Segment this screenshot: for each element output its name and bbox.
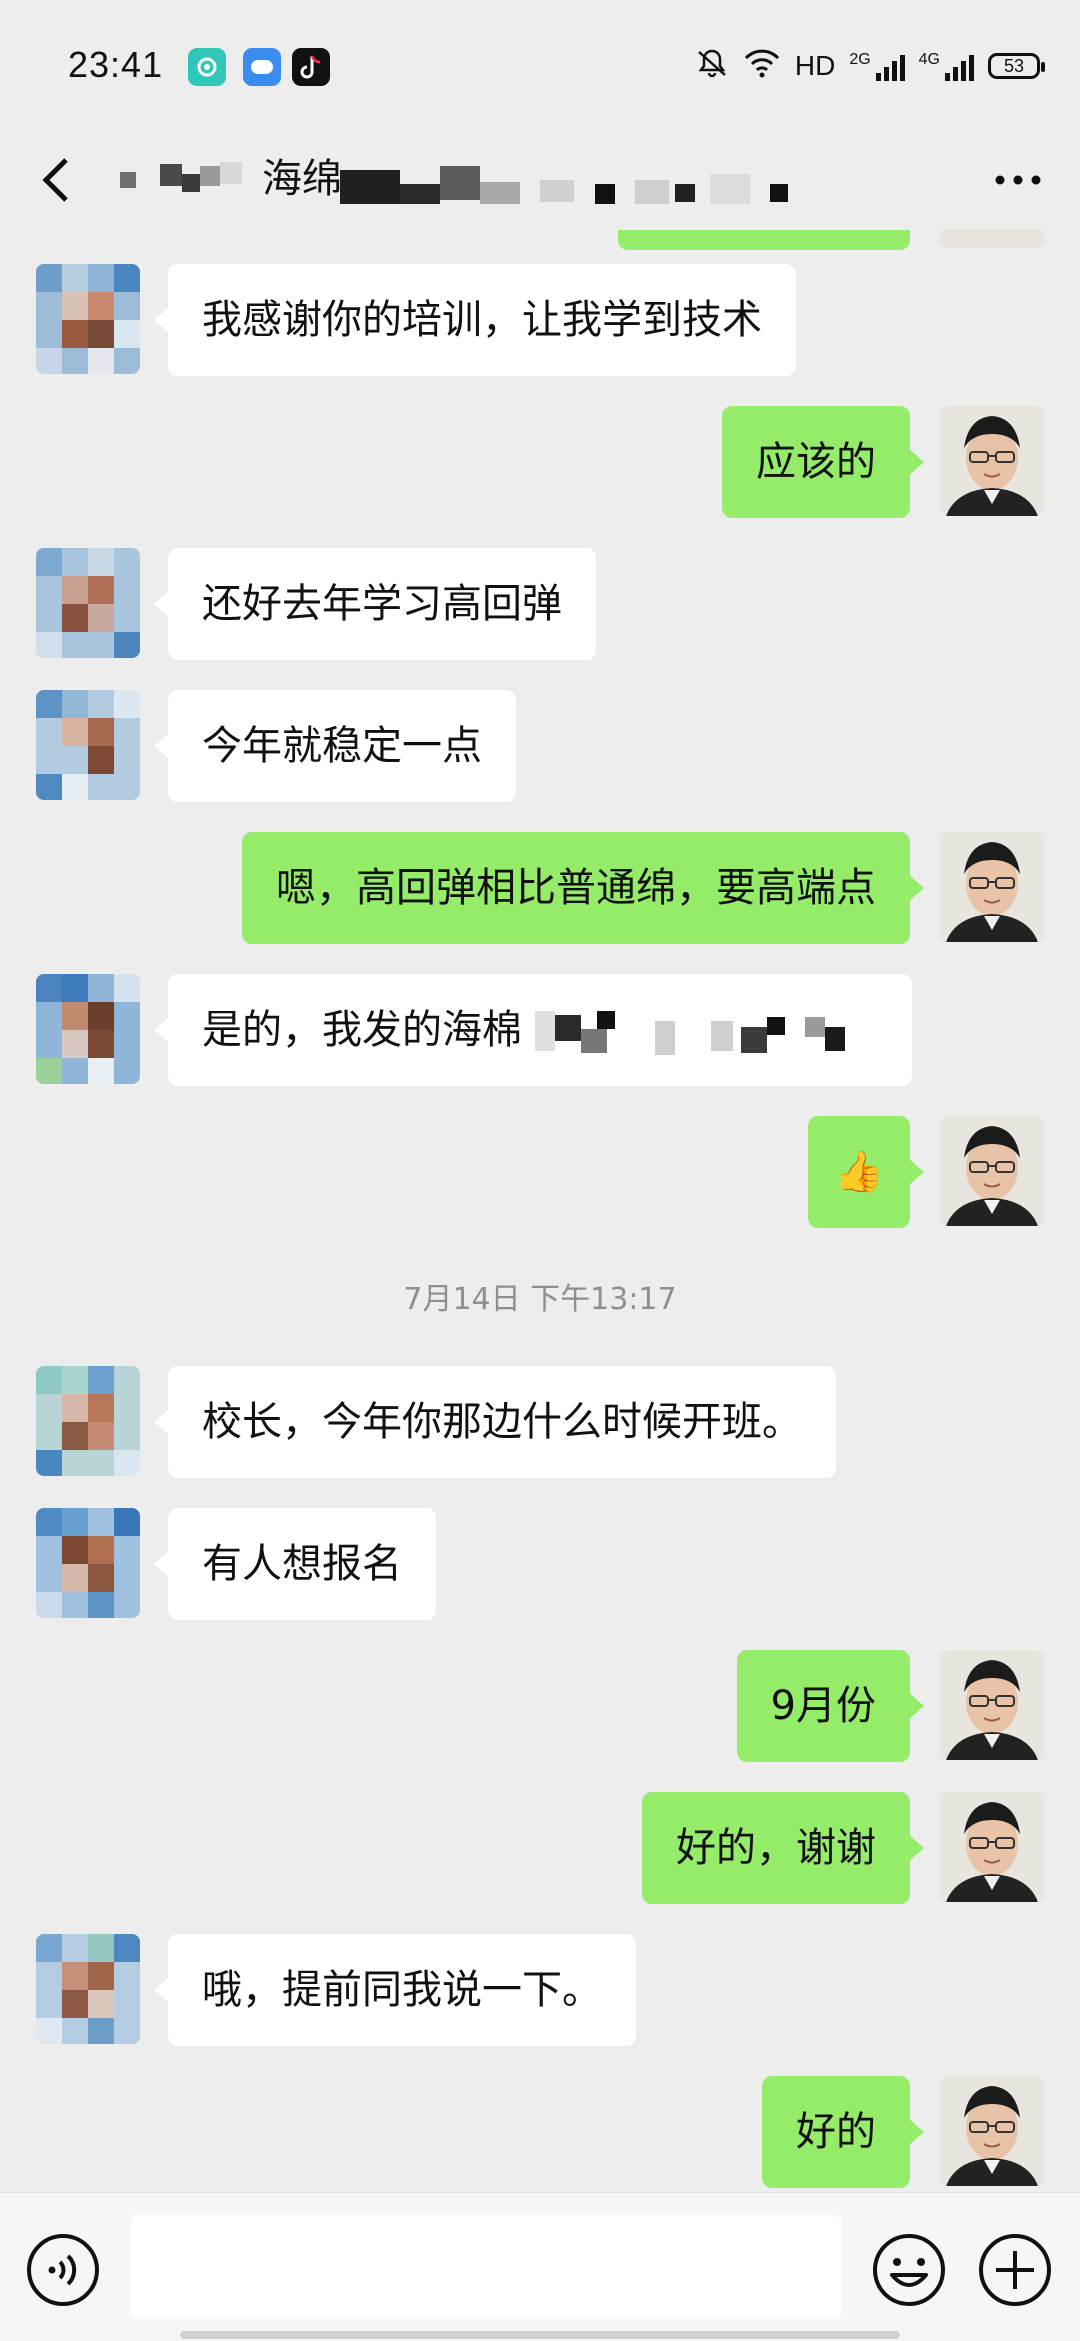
my-avatar[interactable] bbox=[940, 2076, 1044, 2186]
message-input[interactable] bbox=[130, 2215, 842, 2319]
chat-header: 海绵 bbox=[0, 130, 1080, 230]
message-bubble[interactable]: 校长，今年你那边什么时候开班。 bbox=[154, 1366, 836, 1478]
message-bubble[interactable]: 我感谢你的培训，让我学到技术 bbox=[154, 264, 796, 376]
signal-icon-sim1: 2G bbox=[849, 51, 905, 81]
my-avatar[interactable] bbox=[940, 1650, 1044, 1760]
redacted-mosaic bbox=[534, 1011, 845, 1055]
message-bubble[interactable]: 好的，谢谢 bbox=[642, 1792, 924, 1904]
emoji-icon[interactable] bbox=[870, 2231, 948, 2309]
home-indicator bbox=[180, 2331, 900, 2339]
contact-avatar[interactable] bbox=[36, 1934, 140, 2044]
message-bubble[interactable]: 应该的 bbox=[722, 406, 924, 518]
chat-title: 海绵 bbox=[262, 156, 342, 202]
app-notification-icon bbox=[188, 48, 226, 86]
tiktok-notification-icon bbox=[292, 48, 330, 86]
title-mosaic bbox=[120, 162, 242, 192]
contact-avatar[interactable] bbox=[36, 1366, 140, 1476]
message-list[interactable]: 我感谢你的培训，让我学到技术 应该的 还好去年学习高回弹 今年就稳定一点 嗯，高… bbox=[0, 230, 1080, 2192]
message-bubble-partial bbox=[618, 230, 910, 250]
voice-icon[interactable] bbox=[24, 2231, 102, 2309]
my-avatar[interactable] bbox=[940, 832, 1044, 942]
message-text: 是的，我发的海棉 bbox=[202, 1007, 522, 1053]
mute-icon bbox=[695, 48, 729, 85]
my-avatar[interactable] bbox=[940, 406, 1044, 516]
cloud-notification-icon bbox=[243, 48, 281, 86]
message-bubble[interactable]: 是的，我发的海棉 bbox=[154, 974, 912, 1086]
network-type-label: HD bbox=[794, 50, 836, 81]
contact-avatar[interactable] bbox=[36, 1508, 140, 1618]
my-avatar[interactable] bbox=[940, 230, 1044, 248]
status-indicators: HD 2G 4G 53 bbox=[695, 46, 1045, 86]
message-bubble[interactable]: 哦，提前同我说一下。 bbox=[154, 1934, 636, 2046]
my-avatar[interactable] bbox=[940, 1792, 1044, 1902]
message-bubble[interactable]: 嗯，高回弹相比普通绵，要高端点 bbox=[242, 832, 924, 944]
input-bar bbox=[0, 2192, 1080, 2341]
contact-avatar[interactable] bbox=[36, 974, 140, 1084]
message-bubble[interactable]: 今年就稳定一点 bbox=[154, 690, 516, 802]
back-arrow-icon[interactable] bbox=[36, 152, 86, 208]
message-bubble[interactable]: 9月份 bbox=[736, 1650, 925, 1762]
signal-icon-sim2: 4G bbox=[919, 51, 974, 81]
my-avatar[interactable] bbox=[940, 1116, 1044, 1226]
message-bubble[interactable]: 👍 bbox=[808, 1116, 924, 1228]
contact-avatar[interactable] bbox=[36, 690, 140, 800]
status-time: 23:41 bbox=[68, 44, 164, 85]
message-bubble[interactable]: 还好去年学习高回弹 bbox=[154, 548, 596, 660]
message-bubble[interactable]: 有人想报名 bbox=[154, 1508, 436, 1620]
more-dots-icon[interactable] bbox=[990, 160, 1046, 200]
battery-icon: 53 bbox=[988, 53, 1045, 79]
wifi-icon bbox=[743, 48, 781, 85]
status-bar: 23:41 HD 2G 4G 53 bbox=[0, 0, 1080, 130]
chat-timestamp: 7月14日 下午13:17 bbox=[403, 1282, 677, 1317]
contact-avatar[interactable] bbox=[36, 548, 140, 658]
contact-avatar[interactable] bbox=[36, 264, 140, 374]
title-mosaic-right bbox=[340, 166, 788, 204]
message-bubble[interactable]: 好的 bbox=[762, 2076, 924, 2188]
plus-icon[interactable] bbox=[976, 2231, 1054, 2309]
